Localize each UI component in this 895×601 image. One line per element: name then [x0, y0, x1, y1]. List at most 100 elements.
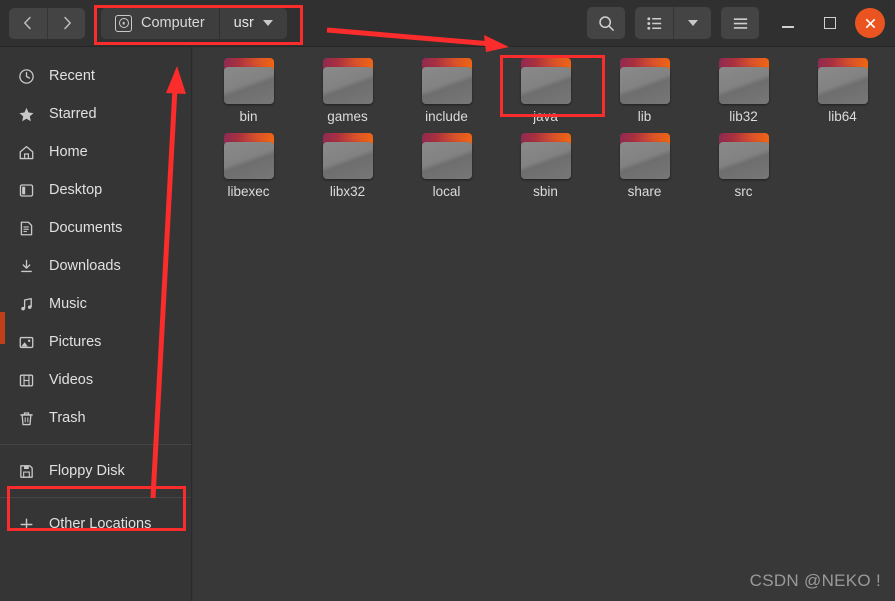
sidebar-item-other-locations[interactable]: Other Locations [0, 505, 191, 543]
watermark: CSDN @NEKO ! [749, 571, 881, 590]
sidebar-item-recent[interactable]: Recent [0, 57, 191, 95]
sidebar-separator-2 [0, 497, 191, 498]
chevron-right-icon [63, 16, 71, 30]
folder-icon [519, 133, 573, 179]
file-item-include[interactable]: include [397, 53, 496, 128]
folder-icon [222, 133, 276, 179]
folder-icon [717, 133, 771, 179]
main-menu-button[interactable] [721, 7, 759, 39]
file-item-share[interactable]: share [595, 128, 694, 203]
file-item-games[interactable]: games [298, 53, 397, 128]
breadcrumb-label-computer: Computer [141, 14, 205, 31]
file-label: src [734, 184, 753, 199]
sidebar-item-home[interactable]: Home [0, 133, 191, 171]
sidebar-item-videos[interactable]: Videos [0, 361, 191, 399]
file-label: java [533, 109, 558, 124]
hamburger-menu-icon [733, 17, 747, 29]
folder-icon [618, 58, 672, 104]
maximize-button[interactable] [813, 6, 847, 40]
folder-icon [321, 133, 375, 179]
sidebar-item-documents[interactable]: Documents [0, 209, 191, 247]
close-button[interactable] [855, 8, 885, 38]
folder-icon [420, 58, 474, 104]
sidebar-label-floppy-disk: Floppy Disk [49, 463, 125, 479]
file-label: local [432, 184, 461, 199]
sidebar: Recent Starred Home Desktop Documents Do… [0, 47, 192, 601]
navigation-buttons [9, 7, 85, 39]
file-label: sbin [533, 184, 558, 199]
floppy-icon [18, 463, 35, 480]
file-item-sbin[interactable]: sbin [496, 128, 595, 203]
sidebar-label-pictures: Pictures [49, 334, 102, 350]
trash-icon [18, 410, 35, 427]
icon-grid: bin games include java lib lib32 lib64 l… [193, 47, 895, 203]
minimize-icon [782, 26, 794, 28]
forward-button[interactable] [47, 7, 85, 39]
home-icon [18, 144, 35, 161]
sidebar-item-desktop[interactable]: Desktop [0, 171, 191, 209]
sidebar-item-trash[interactable]: Trash [0, 399, 191, 437]
file-item-lib[interactable]: lib [595, 53, 694, 128]
view-list-button[interactable] [635, 7, 673, 39]
file-label: lib [637, 109, 652, 124]
file-label: libx32 [329, 184, 366, 199]
file-item-libx32[interactable]: libx32 [298, 128, 397, 203]
sidebar-item-floppy-disk[interactable]: Floppy Disk [0, 452, 191, 490]
file-item-lib32[interactable]: lib32 [694, 53, 793, 128]
file-item-lib64[interactable]: lib64 [793, 53, 892, 128]
sidebar-item-pictures[interactable]: Pictures [0, 323, 191, 361]
breadcrumb-item-usr[interactable]: usr [218, 7, 287, 39]
chevron-left-icon [24, 16, 31, 30]
search-button[interactable] [587, 7, 625, 39]
header-bar: Computer usr [0, 0, 895, 47]
folder-icon [321, 58, 375, 104]
file-label: libexec [227, 184, 270, 199]
chevron-down-icon [262, 20, 273, 26]
file-item-local[interactable]: local [397, 128, 496, 203]
file-item-bin[interactable]: bin [199, 53, 298, 128]
sidebar-label-trash: Trash [49, 410, 86, 426]
file-list-view[interactable]: bin games include java lib lib32 lib64 l… [193, 47, 895, 601]
header-right-group [587, 6, 895, 40]
sidebar-item-music[interactable]: Music [0, 285, 191, 323]
folder-icon [618, 133, 672, 179]
sidebar-label-downloads: Downloads [49, 258, 121, 274]
file-label: lib64 [828, 109, 857, 124]
sidebar-label-home: Home [49, 144, 88, 160]
file-item-java[interactable]: java [496, 53, 595, 128]
sidebar-active-edge-marker [0, 312, 5, 344]
folder-icon [717, 58, 771, 104]
maximize-icon [824, 17, 836, 29]
file-label: games [327, 109, 368, 124]
file-label: share [627, 184, 662, 199]
sidebar-label-desktop: Desktop [49, 182, 103, 198]
star-icon [18, 106, 35, 123]
desktop-icon [18, 182, 35, 199]
download-icon [18, 258, 35, 275]
sidebar-item-downloads[interactable]: Downloads [0, 247, 191, 285]
folder-icon [420, 133, 474, 179]
file-label: include [425, 109, 468, 124]
header-left-group: Computer usr [0, 7, 287, 39]
sidebar-label-recent: Recent [49, 68, 95, 84]
file-label: lib32 [729, 109, 758, 124]
video-icon [18, 372, 35, 389]
file-item-libexec[interactable]: libexec [199, 128, 298, 203]
back-button[interactable] [9, 7, 47, 39]
computer-icon [115, 14, 132, 32]
folder-icon [816, 58, 870, 104]
list-view-icon [646, 16, 661, 30]
file-item-src[interactable]: src [694, 128, 793, 203]
sidebar-item-starred[interactable]: Starred [0, 95, 191, 133]
view-mode-group [635, 7, 711, 39]
minimize-button[interactable] [771, 6, 805, 40]
view-options-button[interactable] [673, 7, 711, 39]
folder-icon [222, 58, 276, 104]
document-icon [18, 220, 35, 237]
folder-icon [519, 58, 573, 104]
sidebar-label-other-locations: Other Locations [49, 516, 152, 532]
search-icon [598, 15, 614, 31]
breadcrumb-label-usr: usr [233, 14, 254, 31]
breadcrumb-item-computer[interactable]: Computer [101, 7, 219, 39]
clock-icon [18, 68, 35, 85]
